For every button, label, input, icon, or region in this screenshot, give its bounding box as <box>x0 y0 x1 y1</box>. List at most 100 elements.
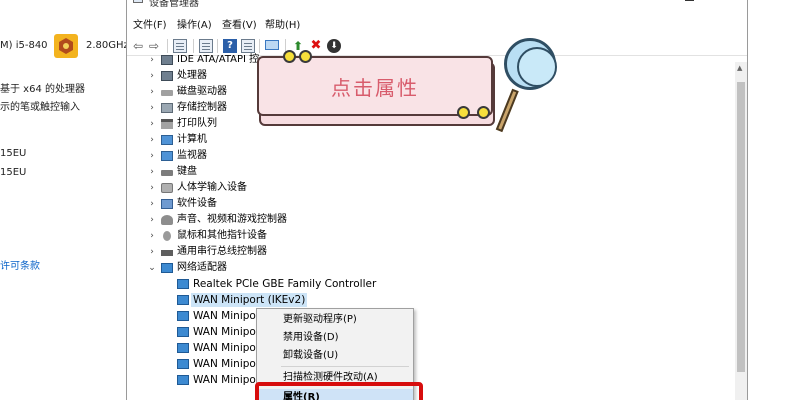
category-label: 存储控制器 <box>177 102 227 113</box>
maximize-icon <box>684 0 694 1</box>
tree-category[interactable]: ⌄ 网络适配器 <box>127 260 727 276</box>
pin-icon <box>477 106 490 119</box>
category-label: IDE ATA/ATAPI 控 <box>177 54 260 65</box>
menu-separator <box>281 366 409 367</box>
tree-device[interactable]: WAN Minipor <box>127 324 727 340</box>
menu-item-uninstall-device[interactable]: 卸载设备(U) <box>257 347 413 365</box>
expand-chevron-icon[interactable]: › <box>147 70 157 82</box>
menu-item-update-driver[interactable]: 更新驱动程序(P) <box>257 311 413 329</box>
menu-bar: 文件(F) 操作(A) 查看(V) 帮助(H) <box>127 16 747 32</box>
cpu-speed-text: 2.80GHz <box>86 40 129 51</box>
menu-file[interactable]: 文件(F) <box>133 16 167 31</box>
magnifier-inner-ring <box>517 47 557 87</box>
device-label: WAN Miniport (IKEv2) <box>191 293 308 307</box>
expand-chevron-icon[interactable]: › <box>147 230 157 242</box>
monitor-icon <box>161 151 173 161</box>
network-adapter-icon <box>177 375 189 385</box>
tree-category[interactable]: › 声音、视频和游戏控制器 <box>127 212 727 228</box>
scroll-up-arrow-icon[interactable]: ▲ <box>737 64 742 72</box>
tree-device[interactable]: WAN Minipor <box>127 372 727 388</box>
annotation-text: 点击属性 <box>331 76 419 100</box>
pin-icon <box>283 50 296 63</box>
category-label: 人体学输入设备 <box>177 182 247 193</box>
tree-category[interactable]: › 监视器 <box>127 148 727 164</box>
expand-chevron-icon[interactable]: › <box>147 134 157 146</box>
expand-chevron-icon[interactable]: › <box>147 86 157 98</box>
tree-device[interactable]: WAN Minipor <box>127 356 727 372</box>
network-adapter-icon <box>177 327 189 337</box>
expand-chevron-icon[interactable]: › <box>147 118 157 130</box>
license-terms-link[interactable]: 许可条款 <box>0 257 40 272</box>
scrollbar-thumb[interactable] <box>737 82 745 372</box>
system-type-text: 基于 x64 的处理器 <box>0 84 85 95</box>
close-button[interactable]: ✕ <box>709 0 753 8</box>
tree-device[interactable]: WAN Minipor <box>127 308 727 324</box>
menu-item-disable-device[interactable]: 禁用设备(D) <box>257 329 413 347</box>
disable-device-icon[interactable]: ⬇ <box>327 39 341 53</box>
pen-touch-text: 示的笔或触控输入 <box>0 102 80 113</box>
tree-category[interactable]: › 人体学输入设备 <box>127 180 727 196</box>
category-label: 计算机 <box>177 134 207 145</box>
show-hide-tree-icon[interactable] <box>173 39 187 53</box>
vertical-scrollbar[interactable]: ▲ <box>735 62 747 400</box>
expand-chevron-icon[interactable]: › <box>147 246 157 258</box>
tree-category[interactable]: › 键盘 <box>127 164 727 180</box>
tree-device[interactable]: WAN Minipor <box>127 340 727 356</box>
forward-arrow-icon[interactable]: ⇨ <box>147 39 161 53</box>
edition-text-1: 15EU <box>0 148 27 159</box>
properties-icon[interactable] <box>199 39 213 53</box>
tree-device[interactable]: Realtek PCIe GBE Family Controller <box>127 276 727 292</box>
view-icon[interactable] <box>241 39 255 53</box>
network-adapter-icon <box>177 279 189 289</box>
tree-device-selected[interactable]: WAN Miniport (IKEv2) <box>127 292 727 308</box>
title-bar[interactable]: 设备管理器 — ✕ <box>127 0 747 9</box>
tree-category[interactable]: › 鼠标和其他指针设备 <box>127 228 727 244</box>
mouse-icon <box>163 231 171 241</box>
system-info-panel: M) i5-840 2.80GHz 基于 x64 的处理器 示的笔或触控输入 1… <box>0 0 129 400</box>
edition-text-2: 15EU <box>0 167 27 178</box>
window-title: 设备管理器 <box>149 0 199 9</box>
uninstall-device-icon[interactable]: ✖ <box>309 39 323 53</box>
device-label: WAN Minipor <box>193 374 261 386</box>
network-adapter-icon <box>161 263 173 273</box>
device-label: WAN Minipor <box>193 326 261 338</box>
printer-icon <box>161 119 173 129</box>
expand-chevron-icon[interactable]: › <box>147 102 157 114</box>
expand-chevron-icon[interactable]: › <box>147 150 157 162</box>
expand-chevron-icon[interactable]: › <box>147 182 157 194</box>
pin-icon <box>457 106 470 119</box>
toolbar-separator <box>167 39 168 53</box>
software-device-icon <box>161 199 173 209</box>
maximize-button[interactable] <box>667 0 711 8</box>
help-icon[interactable]: ? <box>223 39 237 53</box>
device-label: WAN Minipor <box>193 310 261 322</box>
category-label: 通用串行总线控制器 <box>177 246 267 257</box>
tree-category[interactable]: › 计算机 <box>127 132 727 148</box>
expand-chevron-icon[interactable]: › <box>147 166 157 178</box>
back-arrow-icon[interactable]: ⇦ <box>131 39 145 53</box>
audio-icon <box>161 215 173 225</box>
pin-icon <box>299 50 312 63</box>
category-label: 打印队列 <box>177 118 217 129</box>
expand-chevron-icon[interactable]: › <box>147 198 157 210</box>
menu-view[interactable]: 查看(V) <box>222 16 257 31</box>
category-label: 处理器 <box>177 70 207 81</box>
scan-hardware-icon[interactable] <box>265 40 279 50</box>
chip-icon <box>161 55 173 65</box>
network-adapter-icon <box>177 295 189 305</box>
category-label: 鼠标和其他指针设备 <box>177 230 267 241</box>
expand-chevron-icon[interactable]: › <box>147 214 157 226</box>
menu-help[interactable]: 帮助(H) <box>265 16 300 31</box>
storage-controller-icon <box>161 103 173 113</box>
minimize-button[interactable]: — <box>615 0 659 8</box>
device-label: Realtek PCIe GBE Family Controller <box>193 278 377 290</box>
tree-category[interactable]: › 通用串行总线控制器 <box>127 244 727 260</box>
highlight-box <box>255 382 423 400</box>
collapse-chevron-icon[interactable]: ⌄ <box>147 262 157 274</box>
app-logo-icon <box>54 34 78 58</box>
hid-icon <box>161 183 173 193</box>
expand-chevron-icon[interactable]: › <box>147 54 157 66</box>
menu-action[interactable]: 操作(A) <box>177 16 212 31</box>
category-label: 软件设备 <box>177 198 217 209</box>
tree-category[interactable]: › 软件设备 <box>127 196 727 212</box>
